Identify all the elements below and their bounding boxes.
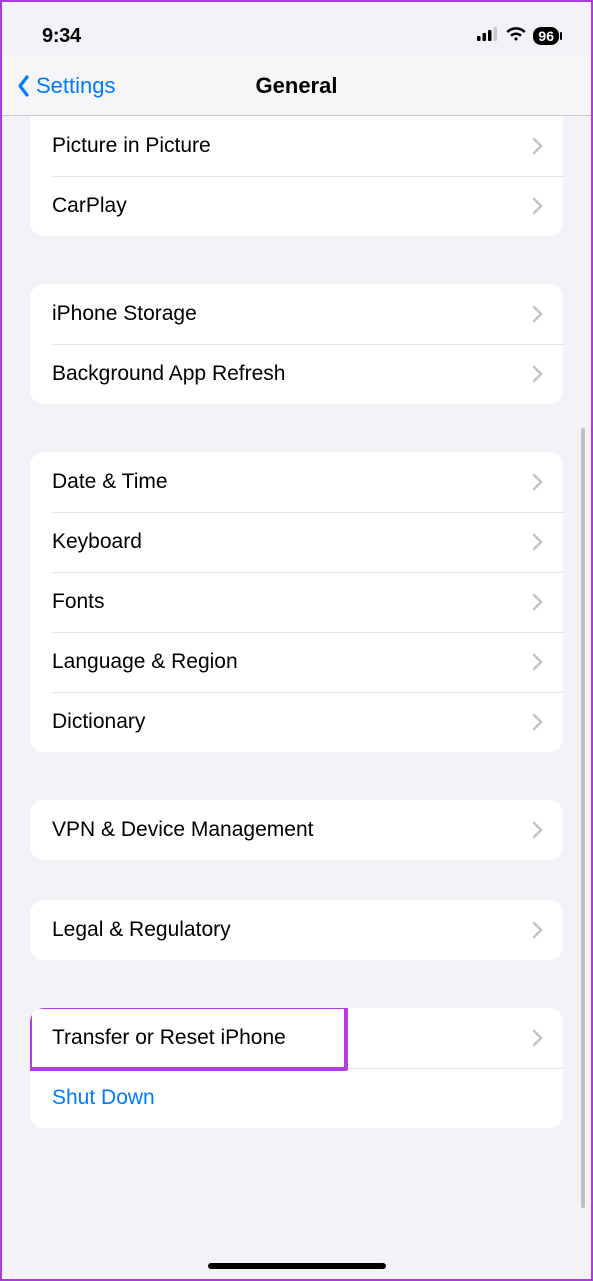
settings-list: Picture in Picture CarPlay iPhone Storag…: [2, 116, 591, 1279]
row-legal-regulatory[interactable]: Legal & Regulatory: [30, 900, 563, 960]
row-date-time[interactable]: Date & Time: [30, 452, 563, 512]
row-label: Picture in Picture: [52, 134, 211, 158]
row-label: Date & Time: [52, 470, 168, 494]
chevron-right-icon: [532, 365, 543, 383]
chevron-right-icon: [532, 713, 543, 731]
home-indicator[interactable]: [208, 1263, 386, 1269]
group-reset: Transfer or Reset iPhone Shut Down: [30, 1008, 563, 1128]
row-label: CarPlay: [52, 194, 127, 218]
wifi-icon: [505, 26, 527, 47]
chevron-left-icon: [16, 74, 32, 98]
status-indicators: 96: [477, 26, 559, 47]
row-vpn-device-management[interactable]: VPN & Device Management: [30, 800, 563, 860]
cellular-icon: [477, 27, 499, 46]
chevron-right-icon: [532, 197, 543, 215]
row-label: Dictionary: [52, 710, 145, 734]
row-label: Language & Region: [52, 650, 238, 674]
group-legal: Legal & Regulatory: [30, 900, 563, 960]
row-label: Legal & Regulatory: [52, 918, 231, 942]
row-transfer-or-reset-iphone[interactable]: Transfer or Reset iPhone: [30, 1008, 563, 1068]
chevron-right-icon: [532, 821, 543, 839]
scrollbar[interactable]: [581, 428, 585, 1208]
group-storage: iPhone Storage Background App Refresh: [30, 284, 563, 404]
chevron-right-icon: [532, 533, 543, 551]
row-label: Shut Down: [52, 1086, 155, 1110]
row-iphone-storage[interactable]: iPhone Storage: [30, 284, 563, 344]
group-system: Date & Time Keyboard Fonts Language & Re…: [30, 452, 563, 752]
chevron-right-icon: [532, 921, 543, 939]
chevron-right-icon: [532, 137, 543, 155]
row-background-app-refresh[interactable]: Background App Refresh: [30, 344, 563, 404]
row-fonts[interactable]: Fonts: [30, 572, 563, 632]
back-button[interactable]: Settings: [2, 73, 116, 99]
back-label: Settings: [36, 73, 116, 99]
chevron-right-icon: [532, 305, 543, 323]
row-dictionary[interactable]: Dictionary: [30, 692, 563, 752]
chevron-right-icon: [532, 653, 543, 671]
status-time: 9:34: [42, 25, 81, 48]
row-language-region[interactable]: Language & Region: [30, 632, 563, 692]
chevron-right-icon: [532, 593, 543, 611]
row-picture-in-picture[interactable]: Picture in Picture: [30, 116, 563, 176]
chevron-right-icon: [532, 473, 543, 491]
group-media: Picture in Picture CarPlay: [30, 116, 563, 236]
battery-indicator: 96: [533, 27, 559, 45]
row-label: Transfer or Reset iPhone: [52, 1026, 286, 1050]
row-keyboard[interactable]: Keyboard: [30, 512, 563, 572]
status-bar: 9:34 96: [2, 2, 591, 56]
row-label: VPN & Device Management: [52, 818, 313, 842]
row-label: Background App Refresh: [52, 362, 285, 386]
chevron-right-icon: [532, 1029, 543, 1047]
settings-general-screen: 9:34 96 Settings General Picture in Pict…: [2, 2, 591, 1279]
row-shut-down[interactable]: Shut Down: [30, 1068, 563, 1128]
row-carplay[interactable]: CarPlay: [30, 176, 563, 236]
nav-bar: Settings General: [2, 56, 591, 116]
row-label: Fonts: [52, 590, 105, 614]
row-label: iPhone Storage: [52, 302, 197, 326]
row-label: Keyboard: [52, 530, 142, 554]
group-vpn: VPN & Device Management: [30, 800, 563, 860]
